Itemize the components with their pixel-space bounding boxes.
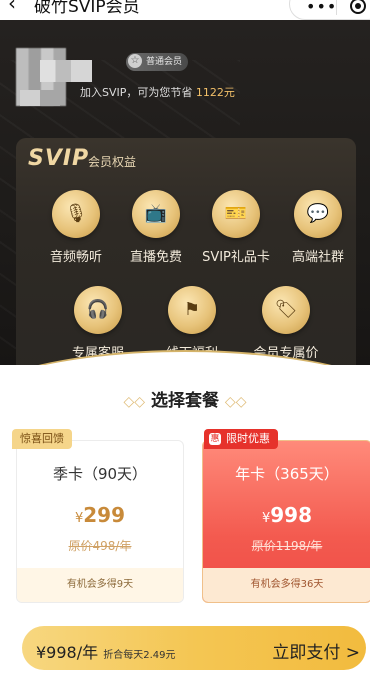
tv-icon: 📺 bbox=[132, 190, 180, 238]
plan-price-value: 998 bbox=[270, 503, 313, 527]
benefits-card: SVIP 会员权益 🎙 音频畅听 📺 直播免费 🎫 SVIP礼品卡 💬 高端社群 bbox=[16, 138, 356, 365]
benefit-label: SVIP礼品卡 bbox=[202, 250, 270, 265]
page-title: 破竹SVIP会员 bbox=[34, 0, 140, 17]
back-arrow-icon[interactable]: ‹ bbox=[8, 0, 16, 15]
diamond-right-icon: ◇◇ bbox=[224, 394, 247, 410]
headset-icon: 🎧 bbox=[74, 286, 122, 334]
gift-card-icon: 🎫 bbox=[212, 190, 260, 238]
pay-summary: ¥998/年 折合每天2.49元 bbox=[36, 639, 175, 663]
benefit-audio[interactable]: 🎙 音频畅听 bbox=[36, 190, 116, 265]
chat-bubbles-icon: 💬 bbox=[294, 190, 342, 238]
mini-program-capsule: ••• bbox=[289, 0, 370, 20]
star-icon: ☆ bbox=[128, 54, 142, 68]
pay-bar: ¥998/年 折合每天2.49元 立即支付 > bbox=[22, 626, 366, 670]
benefit-label: 音频畅听 bbox=[49, 250, 102, 265]
close-target-icon[interactable] bbox=[350, 0, 366, 14]
plan-tag-limited: 惠 限时优惠 bbox=[204, 429, 278, 449]
price-tag-icon: 🏷 bbox=[262, 286, 310, 334]
savings-amount: 1122元 bbox=[195, 86, 235, 99]
plan-tag-label: 限时优惠 bbox=[226, 432, 270, 445]
member-level-badge: ☆ 普通会员 bbox=[126, 53, 189, 71]
section-title-text: 选择套餐 bbox=[151, 391, 219, 411]
plan-price-value: 299 bbox=[83, 503, 126, 527]
more-dots-icon[interactable]: ••• bbox=[306, 0, 337, 16]
plan-section-title: ◇◇ 选择套餐 ◇◇ bbox=[0, 386, 370, 411]
benefit-price[interactable]: 🏷 会员专属价 bbox=[246, 286, 326, 361]
username-blurred bbox=[40, 60, 92, 82]
plan-name: 季卡（90天） bbox=[52, 465, 148, 483]
member-header: ☆ 普通会员 加入SVIP，可为您节省 1122元 SVIP 会员权益 🎙 音频… bbox=[0, 20, 370, 365]
benefit-label: 高端社群 bbox=[291, 250, 344, 265]
microphone-icon: 🎙 bbox=[52, 190, 100, 238]
benefit-community[interactable]: 💬 高端社群 bbox=[278, 190, 356, 265]
plan-original-price: 原价1198/年 bbox=[251, 539, 323, 553]
plan-card-yearly[interactable]: 年卡（365天） ¥998 原价1198/年 有机会多得36天 bbox=[202, 440, 370, 603]
pay-now-button[interactable]: 立即支付 > bbox=[272, 638, 360, 663]
benefits-title: SVIP bbox=[28, 146, 90, 171]
plan-name: 年卡（365天） bbox=[235, 465, 339, 483]
benefit-live[interactable]: 📺 直播免费 bbox=[116, 190, 196, 265]
plan-tag-surprise: 惊喜回馈 bbox=[12, 429, 72, 449]
benefit-gift-card[interactable]: 🎫 SVIP礼品卡 bbox=[196, 190, 276, 265]
benefit-service[interactable]: 🎧 专属客服 bbox=[58, 286, 138, 361]
pay-per-day: 折合每天2.49元 bbox=[103, 650, 176, 661]
plan-card-quarterly[interactable]: 季卡（90天） ¥299 原价498/年 有机会多得9天 bbox=[16, 440, 184, 603]
diamond-left-icon: ◇◇ bbox=[123, 394, 146, 410]
nav-bar: ‹ 破竹SVIP会员 ••• bbox=[0, 0, 370, 20]
plan-price: ¥998 bbox=[203, 503, 370, 527]
plan-original-price: 原价498/年 bbox=[68, 539, 132, 553]
member-level-label: 普通会员 bbox=[146, 57, 183, 67]
benefit-label: 直播免费 bbox=[129, 250, 182, 265]
benefits-subtitle: 会员权益 bbox=[88, 155, 137, 169]
plan-price: ¥299 bbox=[17, 503, 183, 527]
savings-text: 加入SVIP，可为您节省 1122元 bbox=[80, 84, 235, 100]
plan-bonus-note: 有机会多得9天 bbox=[17, 568, 183, 602]
pay-price: ¥998/年 bbox=[36, 643, 99, 662]
avatar-blur-block bbox=[20, 90, 60, 106]
savings-prefix: 加入SVIP，可为您节省 bbox=[80, 86, 193, 99]
discount-icon: 惠 bbox=[209, 433, 221, 445]
plan-bonus-note: 有机会多得36天 bbox=[203, 568, 370, 602]
flag-icon: ⚑ bbox=[168, 286, 216, 334]
capsule-divider bbox=[336, 0, 337, 15]
